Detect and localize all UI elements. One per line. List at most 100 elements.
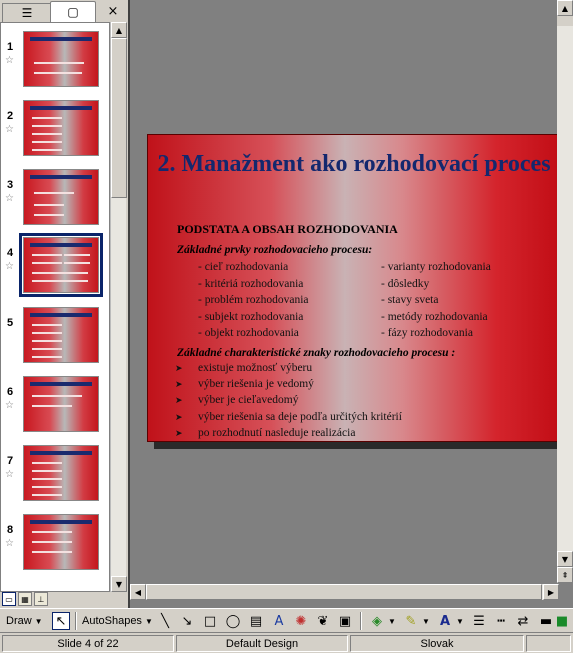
slide-thumbnail[interactable]: 4 ☆ (1, 233, 109, 303)
wordart-button[interactable]: A (270, 612, 288, 630)
dash-style-button[interactable]: ┅ (492, 612, 510, 630)
insert-picture-button[interactable]: ▣ (336, 612, 354, 630)
thumbnail-text-line (32, 356, 62, 358)
pointer-icon: ↖ (55, 613, 67, 629)
slide-show-button[interactable]: ⊥ (34, 592, 48, 606)
slide-thumbnail[interactable]: 5 (1, 307, 109, 373)
font-color-button[interactable]: A (436, 612, 454, 630)
close-pane-button[interactable]: × (104, 3, 122, 20)
elements-label[interactable]: Základné prvky rozhodovacieho procesu: (177, 244, 372, 256)
transition-star-icon[interactable]: ☆ (5, 193, 14, 204)
thumbnail-text-line (34, 214, 64, 216)
slide-thumbnail[interactable]: 2 ☆ (1, 100, 109, 166)
tab-outline[interactable]: ☰ (2, 3, 52, 22)
elements-right-column[interactable]: - varianty rozhodovania - dôsledky - stavy… (381, 259, 491, 342)
scroll-left-button[interactable]: ◀ (130, 584, 146, 600)
characteristic-item: ➤ existuje možnosť výberu (175, 361, 402, 377)
scroll-thumb[interactable] (557, 16, 573, 26)
slide-thumbnail-image[interactable] (23, 31, 99, 87)
slide-subheading[interactable]: PODSTATA A OBSAH ROZHODOVANIA (177, 222, 398, 237)
slide-sorter-view-button[interactable]: ▦ (18, 592, 32, 606)
autoshapes-menu-button[interactable]: AutoShapes ▼ (82, 612, 153, 630)
normal-view-button[interactable]: ▭ (2, 592, 16, 606)
text-box-button[interactable]: ▤ (247, 612, 265, 630)
arrow-icon: ↘ (181, 613, 193, 629)
line-button[interactable]: ╲ (156, 612, 174, 630)
slide-number: 1 (7, 41, 14, 53)
select-objects-button[interactable]: ↖ (52, 612, 70, 630)
slide-thumbnail[interactable]: 6 ☆ (1, 376, 109, 442)
thumbnail-text-line (32, 486, 62, 488)
vertical-scrollbar[interactable]: ▲ ▼ ⇞ (557, 0, 573, 583)
fill-color-icon: ◈ (372, 613, 382, 629)
font-color-dropdown[interactable]: ▼ (456, 612, 464, 630)
transition-star-icon[interactable]: ☆ (5, 124, 14, 135)
thumbnail-title-line (30, 451, 92, 455)
characteristics-list[interactable]: ➤ existuje možnosť výberu ➤ výber riešenia … (175, 361, 402, 442)
rectangle-icon: □ (203, 613, 217, 629)
arrow-style-button[interactable]: ⇄ (514, 612, 532, 630)
scroll-up-button[interactable]: ▲ (111, 22, 127, 38)
scroll-down-button[interactable]: ▼ (557, 551, 573, 567)
slide-number: 2 (7, 110, 14, 122)
characteristics-label[interactable]: Základné charakteristické znaky rozhodov… (177, 347, 455, 359)
clip-art-button[interactable]: ❦ (314, 612, 332, 630)
shadow-style-icon: ▬ (539, 613, 553, 629)
transition-star-icon[interactable]: ☆ (5, 538, 14, 549)
text-box-icon: ▤ (249, 613, 263, 629)
line-color-dropdown[interactable]: ▼ (422, 612, 430, 630)
scroll-down-button[interactable]: ▼ (111, 576, 127, 592)
slide-canvas[interactable]: 2. Manažment ako rozhodovací proces PODS… (147, 134, 559, 442)
thumbnail-text-line (34, 72, 82, 74)
scroll-up-button[interactable]: ▲ (557, 0, 573, 16)
slide-thumbnail[interactable]: 8 ☆ (1, 514, 109, 580)
slide-thumbnail-image[interactable] (23, 514, 99, 570)
line-style-button[interactable]: ☰ (470, 612, 488, 630)
slide-editing-area[interactable]: 2. Manažment ako rozhodovací proces PODS… (128, 0, 573, 608)
fill-color-dropdown[interactable]: ▼ (388, 612, 396, 630)
pane-tabs: ☰ ▢ × (0, 0, 128, 22)
slide-thumbnail-image[interactable] (23, 307, 99, 363)
scroll-thumb[interactable] (146, 584, 542, 600)
scroll-thumb[interactable] (111, 38, 127, 198)
transition-star-icon[interactable]: ☆ (5, 400, 14, 411)
slide-thumbnail[interactable]: 3 ☆ (1, 169, 109, 235)
horizontal-scrollbar[interactable]: ◀ ▶ (130, 584, 559, 600)
transition-star-icon[interactable]: ☆ (5, 55, 14, 66)
slide-thumbnail-image[interactable] (23, 100, 99, 156)
slide-thumbnail-image[interactable] (23, 169, 99, 225)
language-indicator[interactable]: Slovak (350, 635, 524, 652)
transition-star-icon[interactable]: ☆ (5, 469, 14, 480)
draw-menu-button[interactable]: Draw ▼ (6, 612, 43, 630)
slide-thumbnail-image[interactable] (23, 445, 99, 501)
arrow-button[interactable]: ↘ (178, 612, 196, 630)
slide-number: 5 (7, 317, 14, 329)
fill-color-button[interactable]: ◈ (368, 612, 386, 630)
line-color-button[interactable]: ✎ (402, 612, 420, 630)
slide-thumbnail-image[interactable] (19, 233, 103, 297)
slide-thumbnail[interactable]: 1 ☆ (1, 31, 109, 97)
separator (360, 612, 362, 630)
oval-icon: ◯ (225, 613, 241, 629)
rectangle-button[interactable]: □ (201, 612, 219, 630)
thumbnail-text-line (32, 141, 62, 143)
thumbnail-text-line (32, 332, 62, 334)
thumbnail-scrollbar[interactable]: ▲ ▼ (110, 22, 127, 592)
tab-slides[interactable]: ▢ (50, 1, 96, 22)
slide-number: 8 (7, 524, 14, 536)
diagram-button[interactable]: ✺ (292, 612, 310, 630)
slide-thumbnail[interactable]: 7 ☆ (1, 445, 109, 511)
slide-thumbnail-list[interactable]: 1 ☆ 2 ☆ 3 ☆ 4 ☆ 5 6 ☆ 7 ☆ 8 ☆ (0, 22, 110, 592)
design-template-name[interactable]: Default Design (176, 635, 348, 652)
transition-star-icon[interactable]: ☆ (5, 261, 14, 272)
slide-title[interactable]: 2. Manažment ako rozhodovací proces (148, 149, 560, 179)
elements-left-column[interactable]: - cieľ rozhodovania - kritériá rozhodovan… (198, 259, 309, 342)
previous-slide-button[interactable]: ⇞ (557, 567, 573, 583)
status-empty-cell (526, 635, 571, 652)
slide-thumbnail-image[interactable] (23, 376, 99, 432)
status-bar: Slide 4 of 22 Default Design Slovak (0, 632, 573, 653)
3d-style-button[interactable]: ■ (553, 612, 571, 630)
oval-button[interactable]: ◯ (224, 612, 242, 630)
thumbnail-title-line (30, 313, 92, 317)
scroll-right-button[interactable]: ▶ (543, 584, 559, 600)
